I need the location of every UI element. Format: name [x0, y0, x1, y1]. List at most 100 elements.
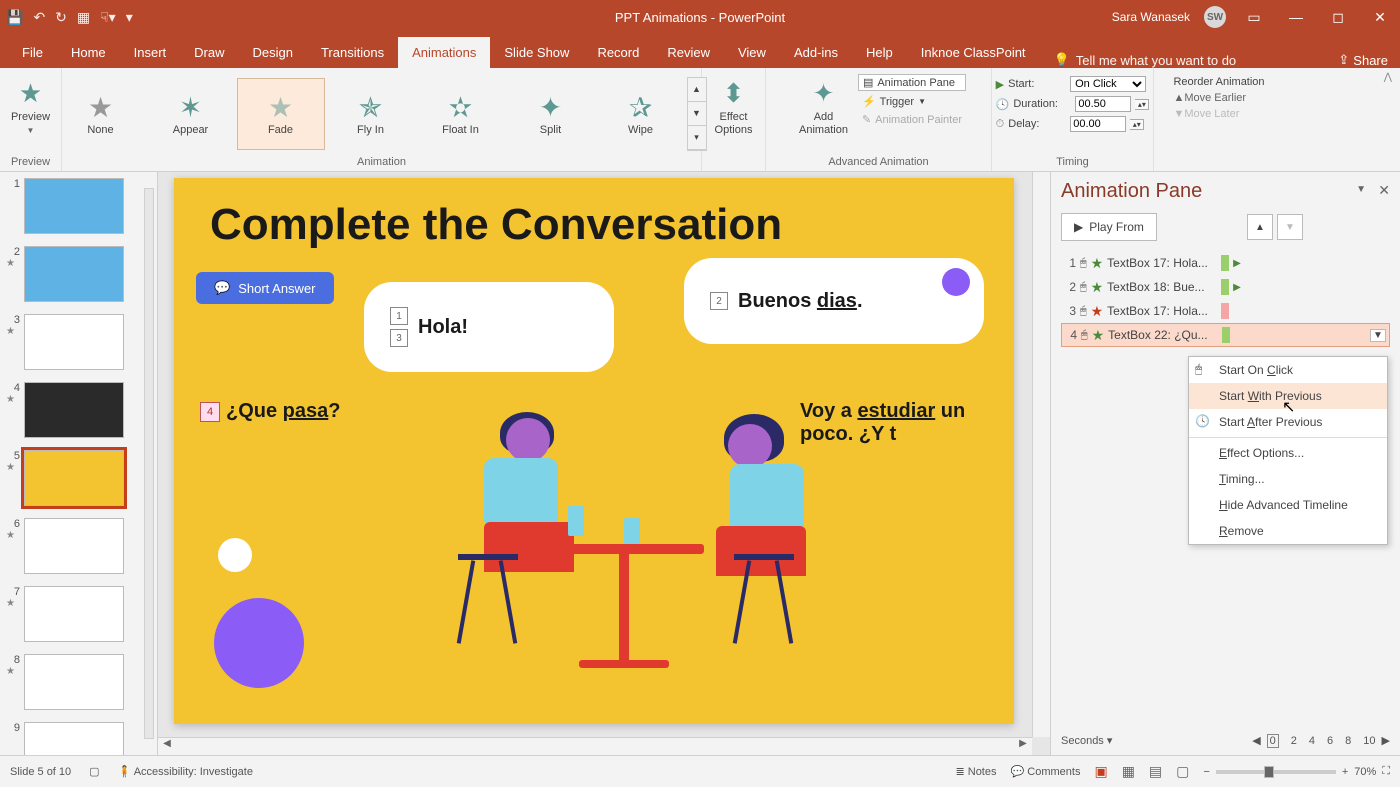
- tab-review[interactable]: Review: [653, 37, 724, 68]
- effect-wipe[interactable]: ✰Wipe: [597, 78, 685, 150]
- slide-canvas-wrap: Complete the Conversation 💬Short Answer …: [158, 172, 1050, 755]
- sorter-view-icon[interactable]: ▦: [1122, 763, 1135, 780]
- effect-appear[interactable]: ✶Appear: [147, 78, 235, 150]
- fit-icon[interactable]: ⛶: [1382, 765, 1390, 778]
- slideshow-view-icon[interactable]: ▢: [1176, 763, 1189, 780]
- save-icon[interactable]: 💾: [6, 9, 23, 26]
- language-icon[interactable]: ▢: [89, 765, 99, 778]
- animation-item-2[interactable]: 2🖱★TextBox 18: Bue...▶: [1061, 275, 1390, 299]
- touch-icon[interactable]: ☟▾: [100, 9, 116, 26]
- ribbon-tabs: File Home Insert Draw Design Transitions…: [0, 34, 1400, 68]
- ctx-remove[interactable]: Remove: [1189, 518, 1387, 544]
- tab-home[interactable]: Home: [57, 37, 120, 68]
- user-name[interactable]: Sara Wanasek: [1112, 10, 1190, 24]
- item-dropdown-icon[interactable]: ▼: [1370, 329, 1386, 342]
- speech-bubble-1[interactable]: 13 Hola!: [364, 282, 614, 372]
- effect-split[interactable]: ✦Split: [507, 78, 595, 150]
- text-voy-a-estudiar[interactable]: Voy a estudiar un poco. ¿Y t: [800, 400, 1014, 446]
- accessibility-status[interactable]: 🧍 Accessibility: Investigate: [118, 765, 253, 778]
- preview-button[interactable]: ★ Preview ▼: [3, 74, 58, 140]
- tab-draw[interactable]: Draw: [180, 37, 238, 68]
- tab-transitions[interactable]: Transitions: [307, 37, 398, 68]
- zoom-value: 70%: [1354, 766, 1376, 778]
- tab-view[interactable]: View: [724, 37, 780, 68]
- minimize-icon[interactable]: —: [1282, 9, 1310, 25]
- short-answer-badge[interactable]: 💬Short Answer: [196, 272, 334, 304]
- thumb-4[interactable]: 4★: [6, 382, 157, 438]
- thumb-6[interactable]: 6★: [6, 518, 157, 574]
- animation-item-3[interactable]: 3🖱★TextBox 17: Hola...: [1061, 299, 1390, 323]
- pane-icon: ▤: [863, 76, 873, 89]
- effect-options-button[interactable]: ⬍ Effect Options: [707, 74, 761, 142]
- thumb-7[interactable]: 7★: [6, 586, 157, 642]
- animation-item-4[interactable]: 4🖱★TextBox 22: ¿Qu...▼: [1061, 323, 1390, 347]
- group-timing: ▶Start:On Click 🕓Duration:▴▾ ⏱Delay:▴▾ T…: [992, 68, 1154, 171]
- thumb-8[interactable]: 8★: [6, 654, 157, 710]
- tab-record[interactable]: Record: [583, 37, 653, 68]
- effect-flyin[interactable]: ✯Fly In: [327, 78, 415, 150]
- redo-icon[interactable]: ↻: [55, 9, 67, 26]
- tab-slideshow[interactable]: Slide Show: [490, 37, 583, 68]
- preview-star-icon: ★: [19, 78, 42, 109]
- ribbon-display-icon[interactable]: ▭: [1240, 9, 1268, 26]
- ctx-timing[interactable]: Timing...: [1189, 466, 1387, 492]
- ctx-effect-options[interactable]: Effect Options...: [1189, 440, 1387, 466]
- pane-close-icon[interactable]: ✕: [1378, 182, 1390, 199]
- move-up-button[interactable]: ▲: [1247, 214, 1273, 240]
- slideshow-icon[interactable]: ▦: [77, 9, 90, 26]
- tab-file[interactable]: File: [8, 37, 57, 68]
- close-icon[interactable]: ✕: [1366, 9, 1394, 26]
- star-icon: ★: [1091, 303, 1104, 320]
- ctx-start-on-click[interactable]: 🖱Start On Click: [1189, 357, 1387, 383]
- user-avatar[interactable]: SW: [1204, 6, 1226, 28]
- effect-floatin[interactable]: ✫Float In: [417, 78, 505, 150]
- move-down-button[interactable]: ▼: [1277, 214, 1303, 240]
- qat-more-icon[interactable]: ▾: [126, 9, 133, 26]
- trigger-button[interactable]: ⚡Trigger▼: [858, 94, 966, 109]
- delay-input[interactable]: [1070, 116, 1126, 132]
- comments-button[interactable]: 💬 Comments: [1011, 765, 1081, 778]
- add-animation-button[interactable]: ✦ Add Animation: [791, 74, 856, 142]
- undo-icon[interactable]: ↶: [33, 9, 45, 26]
- move-earlier-button[interactable]: ▲Move Earlier: [1173, 90, 1246, 106]
- collapse-ribbon-icon[interactable]: ⋀: [1376, 68, 1400, 171]
- effect-fade[interactable]: ★Fade: [237, 78, 325, 150]
- canvas-scrollbar-h[interactable]: ◀▶: [158, 737, 1032, 755]
- text-que-pasa[interactable]: 4 ¿Que pasa?: [200, 400, 340, 423]
- tab-animations[interactable]: Animations: [398, 37, 490, 68]
- tab-addins[interactable]: Add-ins: [780, 37, 852, 68]
- animation-item-1[interactable]: 1🖱★TextBox 17: Hola...▶: [1061, 251, 1390, 275]
- tab-help[interactable]: Help: [852, 37, 907, 68]
- notes-button[interactable]: ≣ Notes: [955, 765, 996, 778]
- tab-classpoint[interactable]: Inknoe ClassPoint: [907, 37, 1040, 68]
- tab-insert[interactable]: Insert: [120, 37, 181, 68]
- thumb-5[interactable]: 5★: [6, 450, 157, 506]
- normal-view-icon[interactable]: ▣: [1094, 763, 1107, 780]
- zoom-control[interactable]: − + 70% ⛶: [1203, 765, 1390, 778]
- thumb-3[interactable]: 3★: [6, 314, 157, 370]
- slide-canvas[interactable]: Complete the Conversation 💬Short Answer …: [174, 178, 1014, 724]
- slide-counter[interactable]: Slide 5 of 10: [10, 766, 71, 778]
- canvas-scrollbar-v[interactable]: [1032, 172, 1050, 737]
- star-icon: ✫: [449, 91, 472, 124]
- effect-none[interactable]: ★None: [57, 78, 145, 150]
- speech-bubble-2[interactable]: 2 Buenos dias.: [684, 258, 984, 344]
- animation-pane-button[interactable]: ▤Animation Pane: [858, 74, 966, 91]
- tab-design[interactable]: Design: [239, 37, 307, 68]
- thumbs-scrollbar[interactable]: [141, 172, 157, 755]
- thumb-1[interactable]: 1: [6, 178, 157, 234]
- start-select[interactable]: On Click: [1070, 76, 1146, 92]
- play-from-button[interactable]: ▶Play From: [1061, 213, 1157, 241]
- tell-me[interactable]: 💡Tell me what you want to do: [1054, 52, 1237, 68]
- pane-options-icon[interactable]: ▼: [1356, 184, 1366, 195]
- ctx-hide-timeline[interactable]: Hide Advanced Timeline: [1189, 492, 1387, 518]
- reorder-label: Reorder Animation: [1173, 74, 1264, 90]
- thumb-9[interactable]: 9: [6, 722, 157, 755]
- share-button[interactable]: ⇪Share: [1338, 52, 1388, 68]
- thumb-2[interactable]: 2★: [6, 246, 157, 302]
- reading-view-icon[interactable]: ▤: [1149, 763, 1162, 780]
- duration-input[interactable]: [1075, 96, 1131, 112]
- move-later-button: ▼Move Later: [1173, 106, 1239, 122]
- up-icon: ▲: [1173, 92, 1184, 104]
- maximize-icon[interactable]: ◻: [1324, 9, 1352, 26]
